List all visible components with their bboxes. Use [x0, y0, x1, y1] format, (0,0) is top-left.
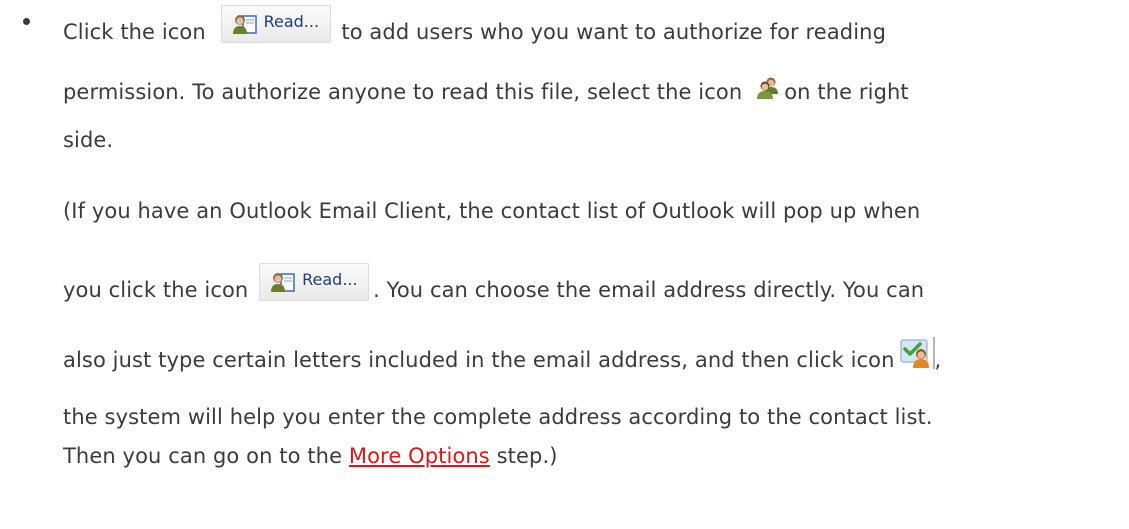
paragraph-line-2: permission. To authorize anyone to read …	[63, 75, 909, 104]
text-comma: ,	[934, 348, 942, 372]
text-on-the-right: on the right	[784, 80, 909, 104]
read-button-image: Read...	[220, 5, 331, 43]
text-to-add-users: to add users who you want to authorize f…	[341, 20, 887, 44]
read-button-label: Read...	[263, 12, 320, 31]
help-document: Click the icon Read... to add users who …	[0, 0, 1129, 529]
text-step: step.)	[496, 444, 558, 468]
paragraph-line-1: Click the icon Read... to add users who …	[63, 5, 886, 44]
note-line-3: also just type certain letters included …	[63, 337, 941, 372]
note-line-4: the system will help you enter the compl…	[63, 405, 933, 429]
bullet-point	[23, 18, 30, 25]
text-choose-email: . You can choose the email address direc…	[373, 278, 925, 302]
note-line-1: (If you have an Outlook Email Client, th…	[63, 199, 920, 223]
check-user-icon	[899, 337, 935, 369]
text-system-will-help: the system will help you enter the compl…	[63, 405, 933, 429]
text-click-the-icon: Click the icon	[63, 20, 206, 44]
text-permission: permission. To authorize anyone to read …	[63, 80, 743, 104]
text-outlook-client: (If you have an Outlook Email Client, th…	[63, 199, 921, 223]
user-book-icon	[232, 15, 257, 34]
read-button-label: Read...	[302, 270, 358, 289]
icon-separator	[932, 337, 935, 369]
text-then-go-on: Then you can go on to the	[63, 444, 343, 468]
note-line-5: Then you can go on to the More Options s…	[63, 444, 558, 468]
more-options-link[interactable]: More Options	[349, 444, 490, 468]
text-also-just-type: also just type certain letters included …	[63, 348, 895, 372]
paragraph-line-3: side.	[63, 128, 113, 152]
note-line-2: you click the icon Read... . You can cho…	[63, 263, 924, 302]
text-side: side.	[63, 128, 114, 152]
user-book-icon	[271, 273, 295, 292]
two-users-icon	[756, 75, 782, 101]
read-button-image: Read...	[259, 263, 370, 301]
text-you-click-the-icon: you click the icon	[63, 278, 249, 302]
